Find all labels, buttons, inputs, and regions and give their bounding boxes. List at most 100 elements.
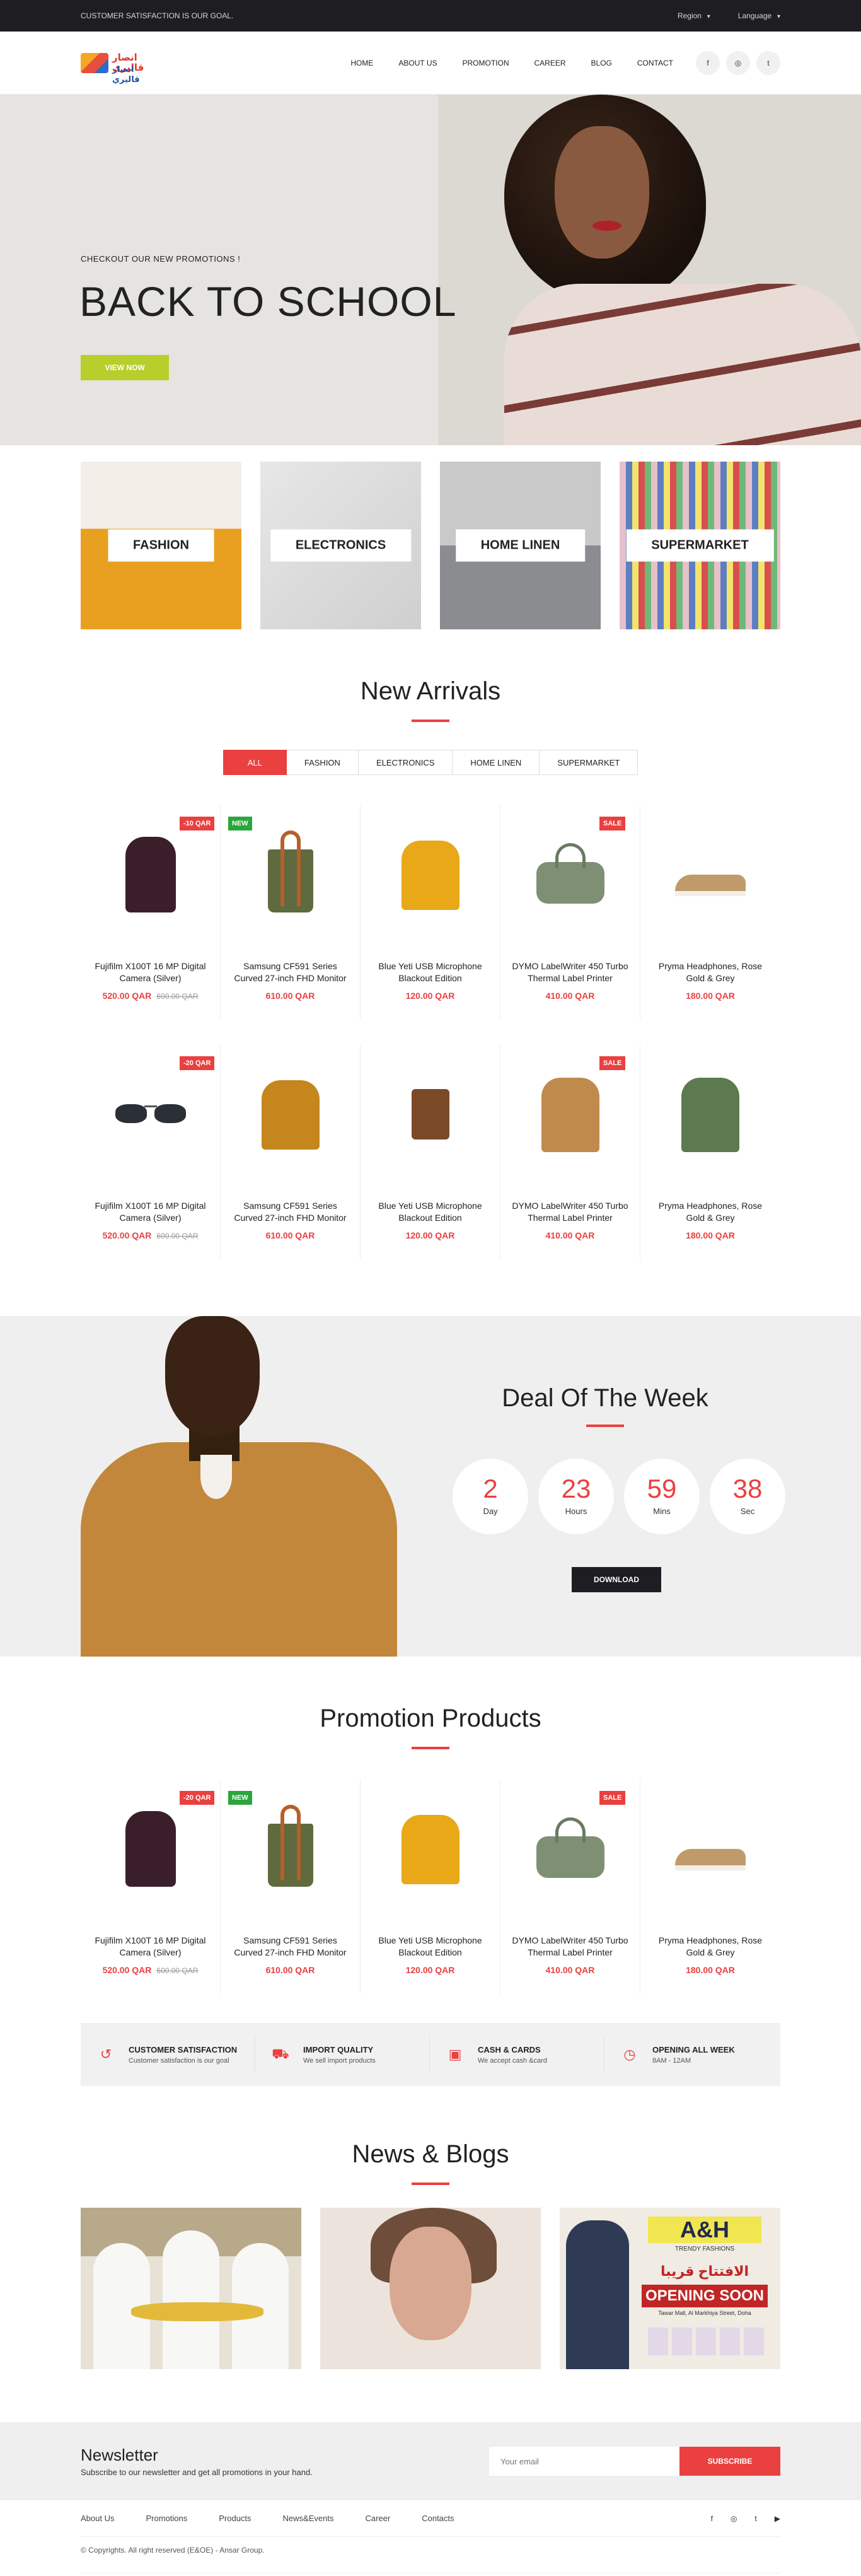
hero-model-sweater (504, 284, 861, 445)
product-name[interactable]: Fujifilm X100T 16 MP Digital Camera (Sil… (90, 960, 211, 984)
product-card[interactable]: SALE DYMO LabelWriter 450 Turbo Thermal L… (500, 805, 640, 1020)
product-card[interactable]: -20 QAR Fujifilm X100T 16 MP Digital Came… (81, 1045, 221, 1259)
category-supermarket[interactable]: SUPERMARKET (620, 462, 780, 629)
product-card[interactable]: Pryma Headphones, Rose Gold & Grey 180.00… (640, 1780, 780, 1994)
twitter-icon[interactable]: t (756, 51, 780, 75)
tab-supermarket[interactable]: SUPERMARKET (540, 750, 639, 775)
category-electronics[interactable]: ELECTRONICS (260, 462, 421, 629)
truck-icon: ⛟ (272, 2045, 289, 2061)
footer-link-products[interactable]: Products (219, 2514, 251, 2523)
product-image (673, 1805, 748, 1893)
product-card[interactable]: SALE DYMO LabelWriter 450 Turbo Thermal L… (500, 1045, 640, 1259)
product-badge: SALE (599, 817, 626, 830)
tab-home-linen[interactable]: HOME LINEN (453, 750, 540, 775)
tab-electronics[interactable]: ELECTRONICS (358, 750, 453, 775)
logo-text-2: انصار قاليري (112, 64, 140, 84)
tab-all[interactable]: ALL (222, 750, 287, 775)
ribbon (131, 2302, 263, 2321)
footer-link-news[interactable]: News&Events (283, 2514, 334, 2523)
title-underline (412, 2183, 449, 2185)
logo-mark (81, 53, 108, 73)
blog-model (566, 2220, 629, 2369)
product-name[interactable]: Pryma Headphones, Rose Gold & Grey (649, 1935, 771, 1959)
product-image (533, 830, 608, 919)
instagram-icon[interactable]: ◎ (731, 2514, 737, 2523)
footer-link-contacts[interactable]: Contacts (422, 2514, 454, 2523)
service-item: ◷ OPENING ALL WEEK 8AM - 12AM (604, 2036, 779, 2073)
product-price: 410.00 QAR (545, 1965, 595, 1975)
deal-model-jacket (81, 1442, 397, 1657)
product-name[interactable]: Samsung CF591 Series Curved 27-inch FHD … (229, 1200, 351, 1224)
product-card[interactable]: NEW Samsung CF591 Series Curved 27-inch F… (221, 1780, 361, 1994)
download-button[interactable]: DOWNLOAD (572, 1567, 661, 1592)
poster-thumbnails (648, 2328, 768, 2355)
nav-about-us[interactable]: ABOUT US (398, 59, 437, 67)
view-now-button[interactable]: VIEW NOW (81, 355, 169, 380)
product-name[interactable]: Blue Yeti USB Microphone Blackout Editio… (369, 1200, 491, 1224)
product-name[interactable]: Samsung CF591 Series Curved 27-inch FHD … (229, 1935, 351, 1959)
footer-link-promotions[interactable]: Promotions (146, 2514, 187, 2523)
copyright: © Copyrights. All right reserved (E&OE) … (81, 2537, 780, 2573)
instagram-icon[interactable]: ◎ (726, 51, 750, 75)
product-card[interactable]: Samsung CF591 Series Curved 27-inch FHD … (221, 1045, 361, 1259)
product-image (253, 830, 328, 919)
facebook-icon[interactable]: f (696, 51, 720, 75)
product-name[interactable]: Fujifilm X100T 16 MP Digital Camera (Sil… (90, 1200, 211, 1224)
service-desc: We sell import products (303, 2056, 376, 2065)
header-social: f ◎ t (696, 51, 780, 75)
product-card[interactable]: -20 QAR Fujifilm X100T 16 MP Digital Came… (81, 1780, 221, 1994)
product-card[interactable]: SALE DYMO LabelWriter 450 Turbo Thermal L… (500, 1780, 640, 1994)
footer-link-about[interactable]: About Us (81, 2514, 114, 2523)
product-name[interactable]: Fujifilm X100T 16 MP Digital Camera (Sil… (90, 1935, 211, 1959)
product-badge: NEW (228, 817, 252, 830)
product-name[interactable]: DYMO LabelWriter 450 Turbo Thermal Label… (509, 1935, 631, 1959)
nav-blog[interactable]: BLOG (591, 59, 612, 67)
blog-card-opening-soon[interactable]: A&H TRENDY FASHIONS الافتتاح قريبا OPENI… (560, 2208, 780, 2369)
subscribe-button[interactable]: SUBSCRIBE (679, 2447, 780, 2476)
product-card[interactable]: NEW Samsung CF591 Series Curved 27-inch F… (221, 805, 361, 1020)
nav-contact[interactable]: CONTACT (637, 59, 673, 67)
product-name[interactable]: Blue Yeti USB Microphone Blackout Editio… (369, 1935, 491, 1959)
category-label: SUPERMARKET (626, 529, 774, 562)
main-nav: HOME ABOUT US PROMOTION CAREER BLOG CONT… (350, 59, 673, 67)
product-card[interactable]: Pryma Headphones, Rose Gold & Grey 180.00… (640, 1045, 780, 1259)
product-card[interactable]: Blue Yeti USB Microphone Blackout Editio… (361, 805, 500, 1020)
product-name[interactable]: DYMO LabelWriter 450 Turbo Thermal Label… (509, 1200, 631, 1224)
logo[interactable]: انصار قاليري انصار قاليري (81, 44, 156, 84)
timer-label: Sec (740, 1507, 755, 1516)
product-image (393, 830, 468, 919)
product-image (533, 1805, 608, 1893)
product-name[interactable]: Blue Yeti USB Microphone Blackout Editio… (369, 960, 491, 984)
category-home-linen[interactable]: HOME LINEN (440, 462, 601, 629)
product-name[interactable]: Pryma Headphones, Rose Gold & Grey (649, 1200, 771, 1224)
category-fashion[interactable]: FASHION (81, 462, 241, 629)
twitter-icon[interactable]: t (754, 2514, 756, 2523)
youtube-icon[interactable]: ▶ (775, 2514, 780, 2523)
region-dropdown[interactable]: Region (678, 11, 710, 20)
poster-address: Tawar Mall, Al Markhiya Street, Doha (658, 2310, 751, 2316)
nav-home[interactable]: HOME (350, 59, 373, 67)
nav-career[interactable]: CAREER (535, 59, 566, 67)
section-title: New Arrivals (360, 677, 501, 705)
product-name[interactable]: Samsung CF591 Series Curved 27-inch FHD … (229, 960, 351, 984)
facebook-icon[interactable]: f (711, 2514, 713, 2523)
product-card[interactable]: Blue Yeti USB Microphone Blackout Editio… (361, 1780, 500, 1994)
hero-model-lips (592, 221, 621, 231)
product-card[interactable]: Blue Yeti USB Microphone Blackout Editio… (361, 1045, 500, 1259)
footer-link-career[interactable]: Career (365, 2514, 390, 2523)
language-dropdown[interactable]: Language (738, 11, 780, 20)
nav-promotion[interactable]: PROMOTION (463, 59, 509, 67)
product-name[interactable]: DYMO LabelWriter 450 Turbo Thermal Label… (509, 960, 631, 984)
tab-fashion[interactable]: FASHION (286, 750, 359, 775)
blog-card-opening-ceremony[interactable] (81, 2208, 301, 2369)
category-label: HOME LINEN (455, 529, 586, 562)
countdown-timer: 2 Day 23 Hours 59 Mins 38 Sec (453, 1459, 785, 1534)
timer-hours: 23 Hours (538, 1459, 614, 1534)
email-field[interactable] (489, 2447, 679, 2476)
blog-card-beauty[interactable] (320, 2208, 541, 2369)
product-name[interactable]: Pryma Headphones, Rose Gold & Grey (649, 960, 771, 984)
product-image (673, 830, 748, 919)
product-card[interactable]: Pryma Headphones, Rose Gold & Grey 180.00… (640, 805, 780, 1020)
product-card[interactable]: -10 QAR Fujifilm X100T 16 MP Digital Came… (81, 805, 221, 1020)
category-label: ELECTRONICS (270, 529, 412, 562)
